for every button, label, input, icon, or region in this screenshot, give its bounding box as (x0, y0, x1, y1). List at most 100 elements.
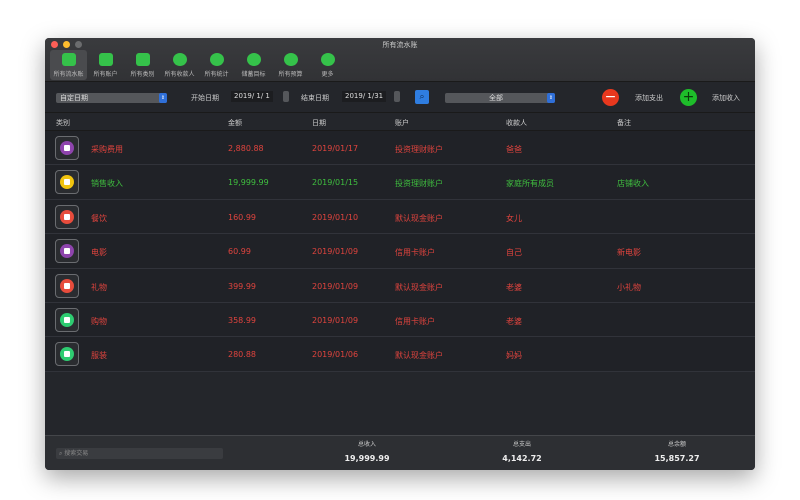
piggy-bank-icon (246, 53, 261, 66)
add-expense-label[interactable]: 添加支出 (635, 93, 663, 103)
cell-payee: 自己 (506, 248, 522, 258)
toolbar-savings[interactable]: 储蓄目标 (235, 50, 272, 80)
total-expense: 总支出 4,142.72 (482, 439, 562, 463)
cell-amount: 280.88 (228, 350, 256, 360)
cell-amount: 60.99 (228, 247, 251, 257)
cell-amount: 2,880.88 (228, 144, 264, 153)
toolbar-label: 所有收款人 (164, 71, 195, 78)
end-date-field[interactable]: 2019/ 1/31 (342, 91, 387, 102)
toolbar-categories[interactable]: 所有类别 (124, 50, 161, 80)
category-icon-box (55, 136, 79, 160)
cell-amount: 160.99 (228, 212, 256, 222)
chevron-updown-icon: ⇕ (547, 93, 555, 103)
toolbar-budgets[interactable]: 所有预算 (272, 50, 309, 80)
icon-glyph (64, 282, 70, 289)
toolbar-label: 所有统计 (204, 71, 229, 78)
cell-amount: 19,999.99 (228, 178, 269, 188)
table-row[interactable]: 服装 280.88 2019/01/06 默认现金账户 妈妈 (45, 337, 755, 372)
cell-account: 投资理财账户 (395, 179, 443, 189)
minus-icon: − (604, 89, 617, 105)
category-icon-box (55, 273, 79, 298)
column-note[interactable]: 备注 (617, 118, 631, 128)
person-icon (172, 53, 187, 66)
icon-glyph (64, 145, 70, 151)
search-button[interactable]: ⌕ (415, 90, 429, 104)
summary-footer: ⌕ 搜索交易 总收入 19,999.99 总支出 4,142.72 总余额 15,85… (45, 435, 755, 470)
toolbar-payees[interactable]: 所有收款人 (161, 50, 198, 80)
cell-account: 默认现金账户 (395, 351, 443, 361)
search-placeholder: 搜索交易 (64, 450, 89, 457)
cell-account: 默认现金账户 (395, 282, 443, 292)
toolbar-more[interactable]: 更多 (309, 50, 346, 80)
toolbar-label: 更多 (321, 71, 334, 78)
icon-glyph (64, 351, 70, 358)
icon-glyph (64, 316, 70, 323)
table-row[interactable]: 销售收入 19,999.99 2019/01/15 投资理财账户 家庭所有成员 店铺收入 (45, 165, 755, 200)
cell-account: 信用卡账户 (395, 248, 435, 258)
bank-icon (98, 53, 113, 66)
table-row[interactable]: 购物 358.99 2019/01/09 信用卡账户 老婆 (45, 302, 755, 338)
total-expense-label: 总支出 (512, 441, 531, 448)
cell-category: 服装 (91, 351, 107, 361)
cell-amount: 358.99 (228, 315, 256, 325)
cell-payee: 家庭所有成员 (506, 179, 554, 189)
column-payee[interactable]: 收款人 (506, 118, 527, 128)
table-row[interactable]: 餐饮 160.99 2019/01/10 默认现金账户 女儿 (45, 199, 755, 235)
icon-glyph (64, 248, 70, 255)
chevron-updown-icon: ⇕ (159, 93, 167, 103)
add-income-button[interactable]: + (680, 89, 697, 106)
cell-payee: 老婆 (506, 282, 522, 292)
filter-bar: 自定日期 ⇕ 开始日期 2019/ 1/ 1 结束日期 2019/ 1/31 ⌕ … (45, 82, 755, 113)
column-category[interactable]: 类别 (56, 118, 70, 128)
scope-select[interactable]: 全部 ⇕ (445, 93, 555, 103)
window-title: 所有流水账 (382, 41, 418, 49)
date-range-value: 自定日期 (60, 94, 88, 102)
cell-date: 2019/01/17 (312, 144, 359, 153)
total-balance-value: 15,857.27 (654, 454, 700, 463)
table-header: 类别 金额 日期 账户 收款人 备注 (45, 113, 755, 131)
toolbar-label: 储蓄目标 (241, 71, 266, 78)
dollar-icon (283, 53, 298, 66)
end-date-stepper[interactable] (394, 91, 400, 102)
cell-payee: 老婆 (506, 316, 522, 326)
column-account[interactable]: 账户 (395, 118, 409, 128)
cell-date: 2019/01/09 (312, 281, 359, 291)
date-range-select[interactable]: 自定日期 ⇕ (56, 93, 167, 103)
title-bar: 所有流水账 所有流水账 所有账户 所有类别 所有收款人 所有统计 储蓄目标 所有… (45, 38, 755, 82)
column-amount[interactable]: 金额 (228, 118, 242, 128)
end-date-label: 结束日期 (301, 94, 329, 102)
toolbar-label: 所有类别 (130, 71, 155, 78)
table-row[interactable]: 电影 60.99 2019/01/09 信用卡账户 自己 新电影 (45, 234, 755, 269)
cell-category: 电影 (91, 248, 107, 258)
toolbar-accounts[interactable]: 所有账户 (87, 50, 124, 80)
add-income-label[interactable]: 添加收入 (712, 93, 740, 103)
toolbar-statistics[interactable]: 所有统计 (198, 50, 235, 80)
start-date-field[interactable]: 2019/ 1/ 1 (231, 91, 273, 102)
search-transactions-input[interactable]: ⌕ 搜索交易 (56, 448, 223, 459)
add-expense-button[interactable]: − (602, 89, 619, 106)
cell-note: 新电影 (617, 248, 641, 258)
cell-account: 信用卡账户 (395, 316, 435, 326)
toolbar-label: 所有流水账 (53, 71, 84, 78)
chart-icon (209, 53, 224, 66)
total-balance: 总余额 15,857.27 (637, 439, 717, 463)
total-income: 总收入 19,999.99 (327, 439, 407, 463)
toolbar-label: 所有账户 (93, 71, 118, 78)
start-date-stepper[interactable] (283, 91, 289, 102)
cell-category: 餐饮 (91, 213, 107, 223)
table-row[interactable]: 采购费用 2,880.88 2019/01/17 投资理财账户 爸爸 (45, 131, 755, 166)
scope-value: 全部 (489, 94, 503, 102)
cell-account: 默认现金账户 (395, 213, 443, 223)
table-row[interactable]: 礼物 399.99 2019/01/09 默认现金账户 老婆 小礼物 (45, 268, 755, 303)
cell-date: 2019/01/06 (312, 350, 359, 360)
total-expense-value: 4,142.72 (502, 454, 542, 463)
toolbar-all-transactions[interactable]: 所有流水账 (50, 50, 87, 80)
column-date[interactable]: 日期 (312, 118, 326, 128)
cell-amount: 399.99 (228, 281, 256, 291)
start-date-label: 开始日期 (191, 94, 219, 102)
cell-date: 2019/01/15 (312, 178, 359, 188)
icon-glyph (64, 213, 70, 220)
category-icon-box (55, 204, 79, 229)
category-icon-box (55, 239, 79, 264)
toolbar-label: 所有预算 (278, 71, 303, 78)
